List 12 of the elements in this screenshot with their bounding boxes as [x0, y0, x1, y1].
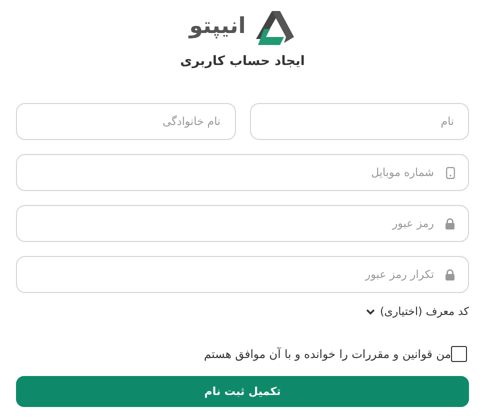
input-field[interactable]: تکرار رمز عبور	[16, 256, 469, 293]
referral-toggle[interactable]: کد معرف (اختیاری)	[366, 305, 469, 318]
input-field[interactable]: نام	[250, 103, 469, 140]
checkbox[interactable]	[451, 346, 467, 362]
input-field[interactable]: نام خانوادگی	[16, 103, 236, 140]
chevron-icon	[366, 308, 375, 314]
page-title: ایجاد حساب کاربری	[179, 54, 306, 69]
input-field[interactable]: رمز عبور	[16, 205, 469, 242]
submit-button[interactable]: تکمیل ثبت نام	[16, 376, 469, 407]
terms-label: من قوانین و مقررات را خوانده و با آن موافق هستم	[204, 347, 451, 361]
logo-wordmark: انیپتو	[189, 16, 246, 38]
input-field[interactable]: شماره موبایل	[16, 154, 469, 191]
